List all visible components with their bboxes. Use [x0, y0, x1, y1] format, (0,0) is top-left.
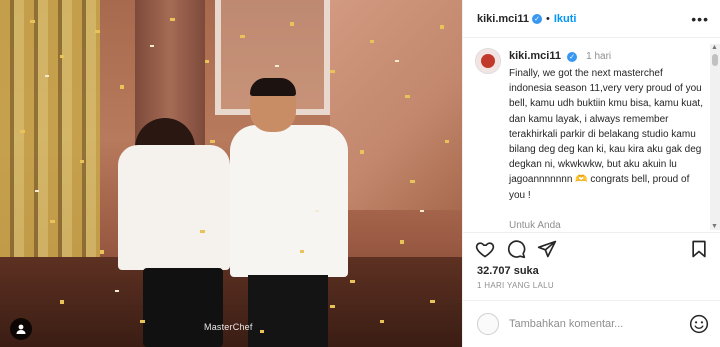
caption-text: Finally, we got the next masterchef indo…: [509, 68, 706, 201]
confetti: [20, 18, 449, 333]
post-sidebar: kiki.mci11 ✓ • Ikuti ••• kiki.mci11 ✓ 1 …: [462, 0, 720, 347]
post-header: kiki.mci11 ✓ • Ikuti •••: [463, 0, 720, 38]
action-bar: [463, 232, 720, 262]
emoji-icon[interactable]: [689, 314, 709, 334]
suggested-label: Untuk Anda: [509, 220, 561, 231]
scroll-up-icon[interactable]: ▲: [711, 44, 718, 51]
avatar-image: [481, 54, 495, 68]
post-photo[interactable]: MasterChef: [0, 0, 462, 347]
caption-avatar[interactable]: [475, 48, 501, 74]
share-icon[interactable]: [537, 239, 557, 259]
scrollbar-thumb[interactable]: [712, 54, 718, 66]
comment-icon[interactable]: [506, 239, 526, 259]
verified-badge-icon: ✓: [567, 52, 578, 62]
likes-count[interactable]: 32.707 suka: [477, 265, 539, 277]
heart-icon[interactable]: [475, 239, 495, 259]
comment-bar: [463, 300, 720, 347]
caption-scrollbar[interactable]: ▲ ▼: [710, 44, 720, 230]
photo-watermark: MasterChef: [204, 322, 253, 332]
verified-badge-icon: ✓: [532, 13, 542, 24]
more-options-button[interactable]: •••: [691, 11, 709, 27]
separator-dot: •: [546, 12, 550, 25]
comment-input[interactable]: [509, 314, 679, 334]
scroll-down-icon[interactable]: ▼: [711, 223, 718, 230]
caption-header: kiki.mci11 ✓ 1 hari: [509, 50, 611, 62]
user-tag-icon[interactable]: [10, 318, 32, 340]
bookmark-icon[interactable]: [689, 239, 709, 259]
header-username[interactable]: kiki.mci11: [477, 13, 529, 25]
caption-area: kiki.mci11 ✓ 1 hari Finally, we got the …: [463, 38, 711, 226]
person-glyph-icon: [16, 324, 26, 334]
follow-button[interactable]: Ikuti: [554, 13, 577, 25]
caption-time: 1 hari: [586, 51, 612, 62]
post-date: 1 HARI YANG LALU: [477, 281, 554, 290]
caption-username[interactable]: kiki.mci11: [509, 50, 561, 62]
current-user-avatar: [477, 313, 499, 335]
